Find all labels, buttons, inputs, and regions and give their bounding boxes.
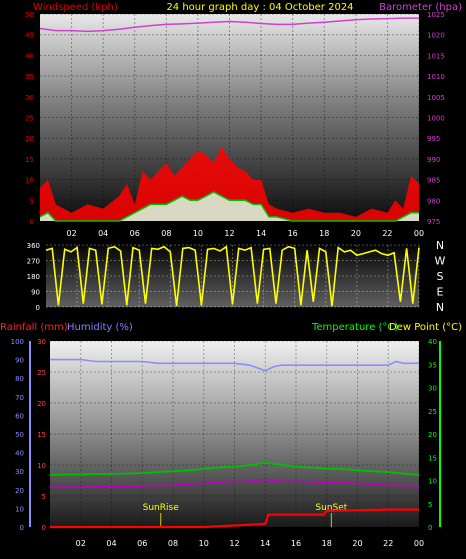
rain-tick-label: 10 [37, 462, 46, 470]
baro-tick-label: 985 [427, 177, 440, 185]
weather-chart: Windspeed (kph) 24 hour graph day : 04 O… [0, 2, 462, 548]
direction-tick-label: 360 [27, 242, 40, 250]
time-tick-label: 00 [414, 539, 424, 548]
time-tick-label: 12 [224, 229, 234, 238]
wind-tick-label: 10 [25, 177, 34, 185]
temperature-tick-label: 35 [428, 361, 437, 369]
baro-tick-label: 980 [427, 197, 440, 205]
weather-graphs: Windspeed (kph) 24 hour graph day : 04 O… [0, 0, 466, 555]
rain-tick-label: 30 [37, 338, 46, 346]
temperature-tick-label: 40 [428, 338, 437, 346]
temperature-axis-title: Temperature (°C) [311, 322, 398, 333]
humidity-tick-label: 100 [11, 338, 24, 346]
humidity-tick-label: 90 [15, 357, 24, 365]
temperature-tick-label: 20 [428, 431, 437, 439]
time-tick-label: 20 [352, 539, 362, 548]
time-tick-label: 18 [322, 539, 332, 548]
baro-tick-label: 990 [427, 156, 440, 164]
humidity-tick-label: 0 [20, 524, 24, 532]
humidity-tick-label: 30 [15, 468, 24, 476]
wind-tick-label: 15 [25, 156, 34, 164]
baro-tick-label: 1005 [427, 94, 445, 102]
time-tick-label: 00 [414, 229, 424, 238]
time-tick-label: 10 [199, 539, 209, 548]
temperature-tick-label: 5 [428, 501, 432, 509]
time-tick-label: 22 [382, 229, 392, 238]
baro-tick-label: 1020 [427, 32, 445, 40]
rain-tick-label: 25 [37, 369, 46, 377]
temperature-tick-label: 10 [428, 478, 437, 486]
compass-label: N [436, 239, 444, 252]
rain-tick-label: 15 [37, 431, 46, 439]
temperature-tick-label: 30 [428, 385, 437, 393]
rain-tick-label: 0 [42, 524, 46, 532]
humidity-tick-label: 70 [15, 394, 24, 402]
wind-tick-label: 40 [25, 52, 34, 60]
dewpoint-axis-title: Dew Point (°C) [389, 322, 462, 333]
wind-tick-label: 45 [25, 32, 34, 40]
time-tick-label: 14 [260, 539, 270, 548]
direction-tick-label: 0 [36, 304, 40, 312]
humidity-tick-label: 10 [15, 505, 24, 513]
compass-label: W [435, 255, 446, 268]
humidity-tick-label: 80 [15, 375, 24, 383]
wind-tick-label: 30 [25, 94, 34, 102]
wind-tick-label: 0 [30, 218, 34, 226]
time-tick-label: 22 [383, 539, 393, 548]
wind-tick-label: 50 [25, 11, 34, 19]
humidity-axis-title: Humidity (%) [67, 322, 133, 333]
rain-tick-label: 5 [42, 493, 46, 501]
humidity-tick-label: 20 [15, 487, 24, 495]
time-tick-label: 16 [288, 229, 298, 238]
baro-tick-label: 1000 [427, 115, 445, 123]
time-tick-label: 04 [98, 229, 108, 238]
wind-tick-label: 5 [30, 197, 34, 205]
time-tick-label: 08 [168, 539, 178, 548]
time-tick-label: 14 [256, 229, 266, 238]
time-tick-label: 06 [130, 229, 140, 238]
rain-axis-title: Rainfall (mm) [0, 322, 68, 333]
humidity-tick-label: 40 [15, 450, 24, 458]
time-tick-label: 16 [291, 539, 301, 548]
direction-tick-label: 90 [31, 289, 40, 297]
humidity-tick-label: 60 [15, 412, 24, 420]
baro-tick-label: 1025 [427, 11, 445, 19]
compass-label: S [437, 270, 444, 283]
time-tick-label: 06 [137, 539, 147, 548]
baro-tick-label: 995 [427, 135, 440, 143]
time-tick-label: 10 [193, 229, 203, 238]
temperature-tick-label: 25 [428, 408, 437, 416]
time-tick-label: 02 [76, 539, 86, 548]
compass-label: E [437, 286, 444, 299]
baro-tick-label: 975 [427, 218, 440, 226]
time-tick-label: 20 [351, 229, 361, 238]
wind-axis-title: Windspeed (kph) [33, 2, 118, 13]
temperature-tick-label: 0 [428, 524, 432, 532]
time-tick-label: 12 [229, 539, 239, 548]
rain-tick-label: 20 [37, 400, 46, 408]
humidity-tick-label: 50 [15, 431, 24, 439]
temperature-tick-label: 15 [428, 454, 437, 462]
baro-axis-title: Barometer (hpa) [379, 2, 462, 13]
wind-tick-label: 25 [25, 115, 34, 123]
compass-label: N [436, 301, 444, 314]
time-tick-label: 08 [161, 229, 171, 238]
baro-tick-label: 1010 [427, 73, 445, 81]
time-tick-label: 04 [106, 539, 116, 548]
chart-title: 24 hour graph day : 04 October 2024 [166, 2, 353, 13]
time-tick-label: 18 [319, 229, 329, 238]
time-tick-label: 02 [66, 229, 76, 238]
wind-tick-label: 35 [25, 73, 34, 81]
direction-tick-label: 270 [27, 258, 40, 266]
wind-tick-label: 20 [25, 135, 34, 143]
sun-label: SunRise [143, 503, 180, 513]
direction-tick-label: 180 [27, 273, 40, 281]
baro-tick-label: 1015 [427, 52, 445, 60]
